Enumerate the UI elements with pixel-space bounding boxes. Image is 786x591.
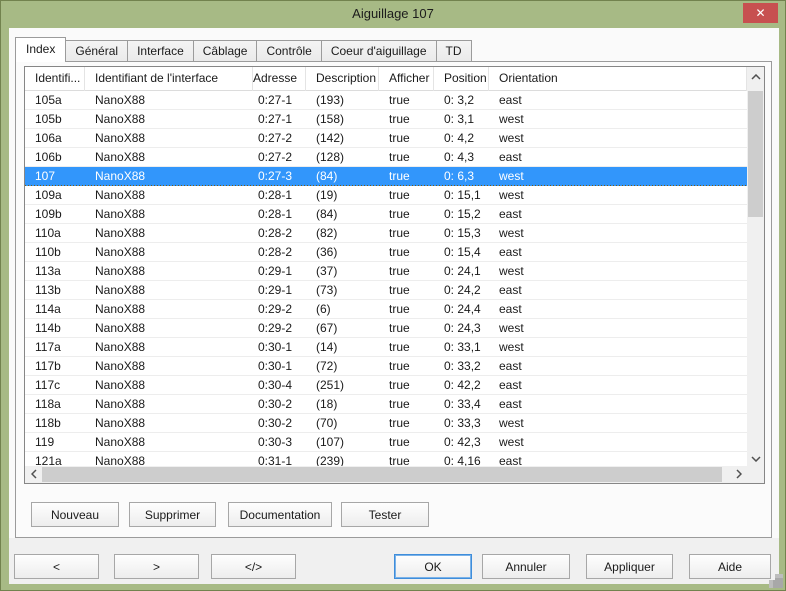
- aide-button[interactable]: Aide: [689, 554, 771, 579]
- dialog-client-area: IndexGénéralInterfaceCâblageContrôleCoeu…: [9, 28, 779, 584]
- appliquer-button[interactable]: Appliquer: [586, 554, 673, 579]
- dialog-window: Aiguillage 107 ✕ IndexGénéralInterfaceCâ…: [0, 0, 786, 591]
- window-title: Aiguillage 107: [1, 1, 785, 27]
- tab-interface[interactable]: Interface: [127, 40, 194, 61]
- resize-grip-icon[interactable]: [765, 570, 775, 580]
- tab-cablage[interactable]: Câblage: [193, 40, 258, 61]
- tab-index[interactable]: Index: [15, 37, 66, 62]
- tab-td[interactable]: TD: [436, 40, 472, 61]
- close-button[interactable]: ✕: [743, 3, 778, 23]
- title-bar[interactable]: Aiguillage 107 ✕: [1, 1, 785, 28]
- ok-button[interactable]: OK: [394, 554, 472, 579]
- tab-general[interactable]: Général: [65, 40, 128, 61]
- dialog-button-row: OK Annuler Appliquer Aide: [9, 28, 779, 584]
- annuler-button[interactable]: Annuler: [482, 554, 570, 579]
- tab-coeur-d-aiguillage[interactable]: Coeur d'aiguillage: [321, 40, 437, 61]
- close-icon: ✕: [755, 6, 765, 20]
- tab-controle[interactable]: Contrôle: [256, 40, 321, 61]
- tab-bar: IndexGénéralInterfaceCâblageContrôleCoeu…: [15, 37, 471, 61]
